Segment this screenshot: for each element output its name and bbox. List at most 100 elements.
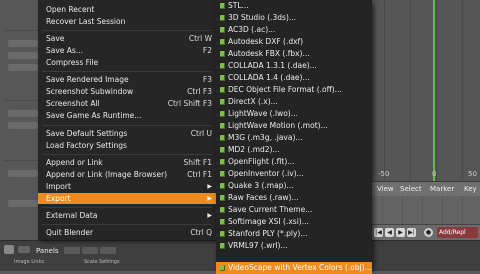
export-item-label: OpenInventor (.iv)... bbox=[228, 169, 304, 178]
export-item-openinventor[interactable]: OpenInventor (.iv)... bbox=[216, 168, 372, 180]
menu-item-append-or-link-image-browser[interactable]: Append or Link (Image Browser) Ctrl F1 bbox=[38, 169, 216, 180]
panels-menu[interactable]: Panels bbox=[36, 247, 59, 255]
menu-item-label: Compress File bbox=[46, 58, 99, 67]
export-item-directx[interactable]: DirectX (.x)... bbox=[216, 96, 372, 108]
export-item-collada-131[interactable]: COLLADA 1.3.1 (.dae)... bbox=[216, 60, 372, 72]
panel-selector[interactable] bbox=[100, 247, 116, 254]
export-item-label: LightWave (.lwo)... bbox=[228, 109, 298, 118]
script-icon bbox=[220, 159, 225, 165]
menu-item-label: Save bbox=[46, 34, 65, 43]
toolbar-button[interactable] bbox=[8, 64, 38, 71]
export-item-off[interactable]: DEC Object File Format (.off)... bbox=[216, 84, 372, 96]
export-item-vrml97[interactable]: VRML97 (.wrl)... bbox=[216, 240, 372, 252]
menu-item-recover-last-session[interactable]: Recover Last Session bbox=[38, 16, 216, 27]
play-icon[interactable]: ▶ bbox=[396, 228, 405, 237]
menu-item-import[interactable]: Import ▶ bbox=[38, 181, 216, 192]
toolbar-button[interactable] bbox=[8, 170, 38, 177]
export-item-stl[interactable]: STL... bbox=[216, 0, 372, 12]
toolbar-button[interactable] bbox=[8, 52, 38, 59]
menu-item-external-data[interactable]: External Data ▶ bbox=[38, 210, 216, 221]
playback-controls: |◀ ◀ ▶ ▶| ● Add/Repl bbox=[372, 224, 480, 241]
menu-item-label: External Data bbox=[46, 211, 98, 220]
toolbar-button[interactable] bbox=[8, 40, 38, 47]
timeline-header: View Select Marker Key bbox=[372, 181, 480, 196]
toolbar-button[interactable] bbox=[8, 200, 38, 207]
scale-settings-label: Scale Settings bbox=[84, 259, 120, 265]
export-item-3ds[interactable]: 3D Studio (.3ds)... bbox=[216, 12, 372, 24]
export-item-label: COLLADA 1.4 (.dae)... bbox=[228, 73, 310, 82]
graph-editor[interactable] bbox=[372, 0, 480, 190]
export-item-label: OpenFlight (.flt)... bbox=[228, 157, 295, 166]
menu-shortcut: Ctrl W bbox=[188, 34, 212, 43]
menu-item-save-rendered-image[interactable]: Save Rendered Image F3 bbox=[38, 74, 216, 85]
export-item-lightwave-motion[interactable]: LightWave Motion (.mot)... bbox=[216, 120, 372, 132]
export-item-fbx[interactable]: Autodesk FBX (.fbx)... bbox=[216, 48, 372, 60]
export-item-videoscape[interactable]: VideoScape with Vertex Colors (.obj)... bbox=[216, 262, 372, 274]
record-icon[interactable]: ● bbox=[424, 228, 433, 237]
menu-item-label: Save Game As Runtime... bbox=[46, 111, 142, 120]
export-item-softimage-xsi[interactable]: Softimage XSI (.xsi)... bbox=[216, 216, 372, 228]
export-item-lightwave[interactable]: LightWave (.lwo)... bbox=[216, 108, 372, 120]
play-reverse-icon[interactable]: ◀ bbox=[385, 228, 394, 237]
menu-item-label: Save Rendered Image bbox=[46, 75, 129, 84]
menu-item-save-as[interactable]: Save As... F2 bbox=[38, 45, 216, 56]
editor-type-icon[interactable] bbox=[4, 245, 14, 254]
toolbar-button[interactable] bbox=[8, 110, 38, 117]
toolbar-button[interactable] bbox=[8, 122, 38, 129]
export-item-dxf[interactable]: Autodesk DXF (.dxf) bbox=[216, 36, 372, 48]
menu-item-screenshot-subwindow[interactable]: Screenshot Subwindow Ctrl F3 bbox=[38, 86, 216, 97]
menu-item-label: Recover Last Session bbox=[46, 17, 126, 26]
menu-separator bbox=[42, 224, 212, 225]
menu-item-label: Save Default Settings bbox=[46, 129, 128, 138]
menu-item-save[interactable]: Save Ctrl W bbox=[38, 33, 216, 44]
export-item-quake3[interactable]: Quake 3 (.map)... bbox=[216, 180, 372, 192]
timeline-area[interactable] bbox=[372, 196, 480, 224]
jump-start-icon[interactable]: |◀ bbox=[374, 228, 383, 237]
toolbar-row bbox=[4, 150, 40, 161]
script-icon bbox=[220, 75, 225, 81]
tick-label: 50 bbox=[468, 170, 477, 178]
menu-item-quit-blender[interactable]: Quit Blender Ctrl Q bbox=[38, 227, 216, 238]
current-frame-indicator[interactable] bbox=[433, 0, 435, 195]
export-item-label: AC3D (.ac)... bbox=[228, 25, 276, 34]
export-item-stanford-ply[interactable]: Stanford PLY (*.ply)... bbox=[216, 228, 372, 240]
script-icon bbox=[220, 265, 225, 271]
menu-marker[interactable]: Marker bbox=[430, 185, 454, 193]
menu-item-export[interactable]: Export ▶ bbox=[38, 193, 216, 204]
export-item-label: Quake 3 (.map)... bbox=[228, 181, 294, 190]
export-item-md2[interactable]: MD2 (.md2)... bbox=[216, 144, 372, 156]
script-icon bbox=[220, 171, 225, 177]
script-icon bbox=[220, 87, 225, 93]
menu-item-compress-file[interactable]: Compress File bbox=[38, 57, 216, 68]
export-item-label: VideoScape with Vertex Colors (.obj)... bbox=[228, 263, 372, 272]
menu-item-screenshot-all[interactable]: Screenshot All Ctrl Shift F3 bbox=[38, 98, 216, 109]
script-icon bbox=[220, 111, 225, 117]
script-icon bbox=[220, 51, 225, 57]
menu-item-load-factory-settings[interactable]: Load Factory Settings bbox=[38, 140, 216, 151]
menu-item-save-game-as-runtime[interactable]: Save Game As Runtime... bbox=[38, 110, 216, 121]
panel-selector[interactable] bbox=[64, 247, 80, 254]
export-item-m3g[interactable]: M3G (.m3g, .java)... bbox=[216, 132, 372, 144]
menu-item-open-recent[interactable]: Open Recent bbox=[38, 4, 216, 15]
tick-label: -50 bbox=[378, 170, 390, 178]
menu-separator bbox=[42, 154, 212, 155]
menu-item-save-default-settings[interactable]: Save Default Settings Ctrl U bbox=[38, 128, 216, 139]
autokey-mode-select[interactable]: Add/Repl bbox=[437, 227, 478, 238]
export-item-collada-14[interactable]: COLLADA 1.4 (.dae)... bbox=[216, 72, 372, 84]
panel-toggle-icon[interactable] bbox=[18, 246, 30, 253]
panel-selector[interactable] bbox=[82, 247, 98, 254]
export-item-raw-faces[interactable]: Raw Faces (.raw)... bbox=[216, 192, 372, 204]
export-item-save-current-theme[interactable]: Save Current Theme... bbox=[216, 204, 372, 216]
menu-view[interactable]: View bbox=[377, 185, 394, 193]
export-item-ac3d[interactable]: AC3D (.ac)... bbox=[216, 24, 372, 36]
menu-select[interactable]: Select bbox=[400, 185, 422, 193]
export-item-label: Stanford PLY (*.ply)... bbox=[228, 229, 308, 238]
menu-item-label: Export bbox=[46, 194, 71, 203]
export-item-openflight[interactable]: OpenFlight (.flt)... bbox=[216, 156, 372, 168]
menu-item-label: Open Recent bbox=[46, 5, 95, 14]
menu-key[interactable]: Key bbox=[464, 185, 477, 193]
script-icon bbox=[220, 123, 225, 129]
jump-end-icon[interactable]: ▶| bbox=[407, 228, 416, 237]
export-submenu: STL... 3D Studio (.3ds)... AC3D (.ac)...… bbox=[216, 0, 372, 274]
menu-item-append-or-link[interactable]: Append or Link Shift F1 bbox=[38, 157, 216, 168]
